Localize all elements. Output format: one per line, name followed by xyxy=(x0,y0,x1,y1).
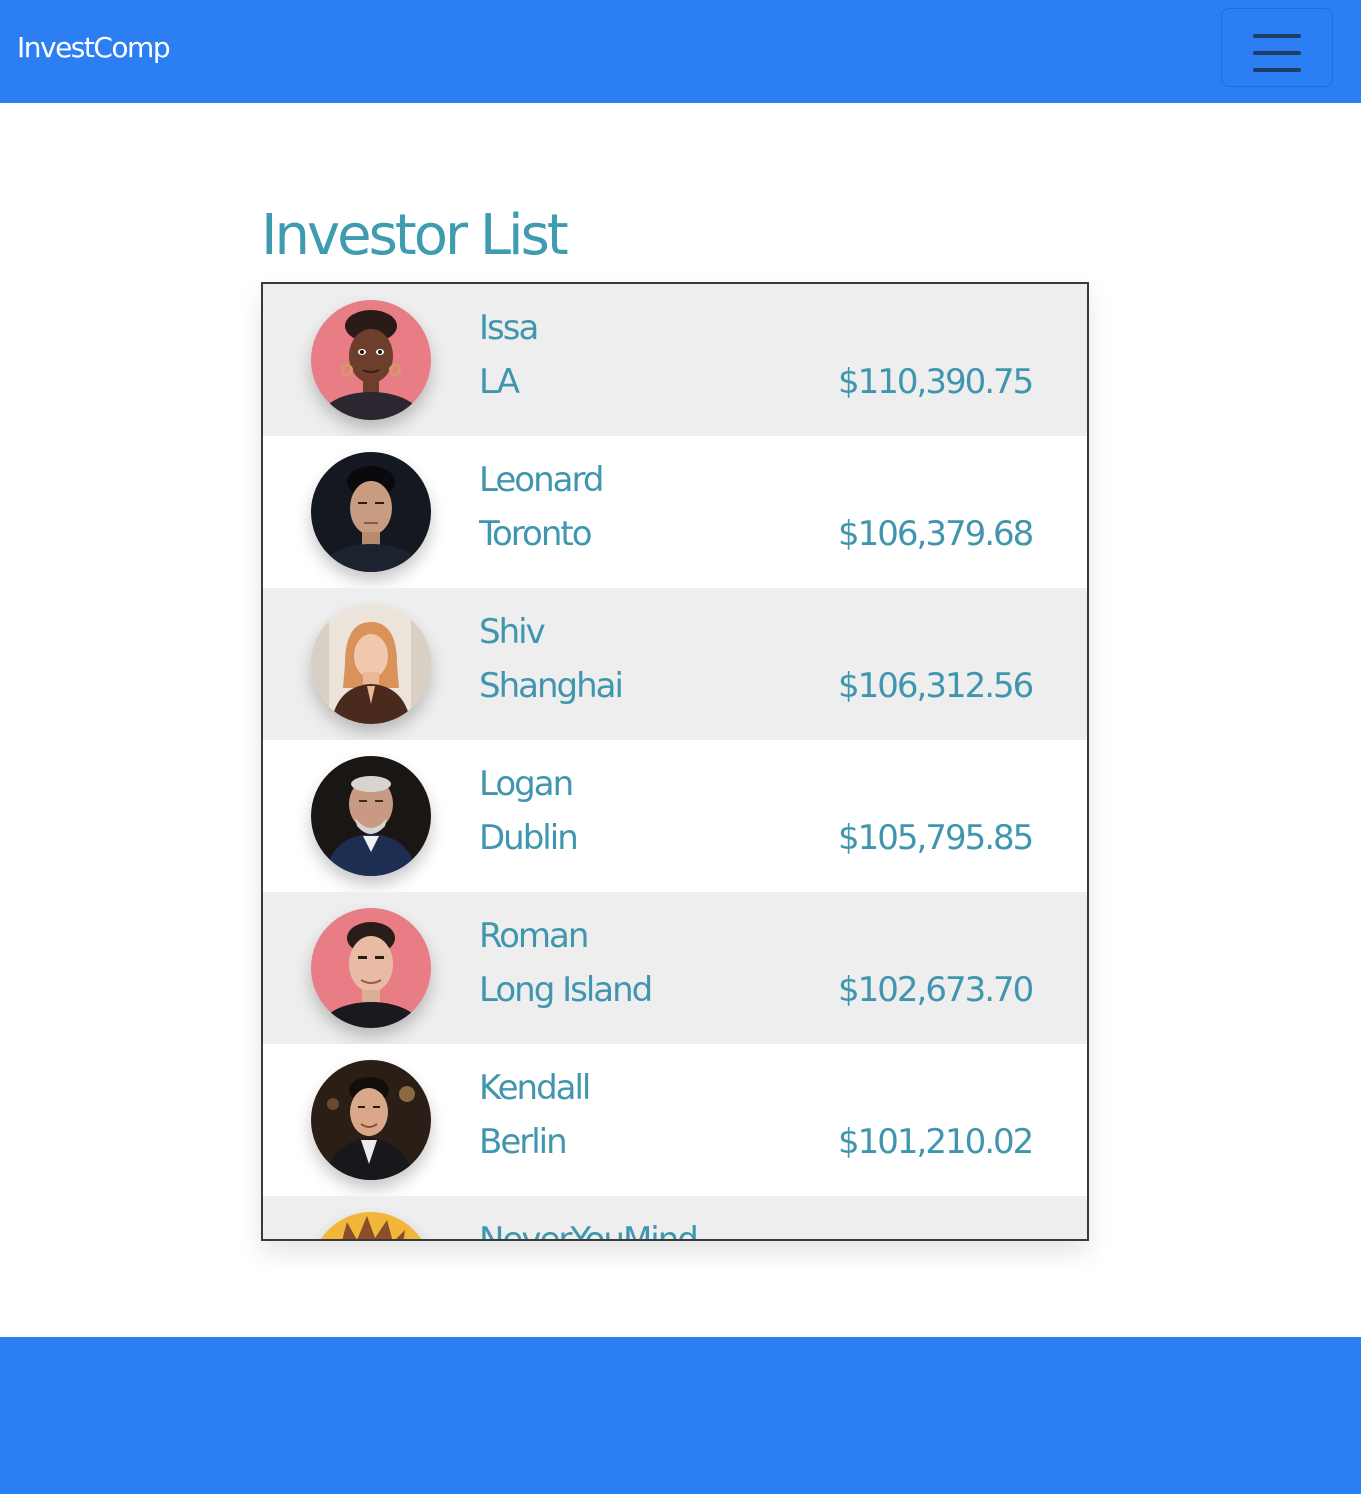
investor-amount: $106,312.56 xyxy=(838,666,1034,706)
investor-name: Roman xyxy=(479,916,589,956)
navbar: InvestComp xyxy=(0,0,1361,103)
investor-row[interactable]: Kendall Berlin $101,210.02 xyxy=(263,1044,1087,1196)
avatar-photo-icon xyxy=(311,756,431,876)
avatar-photo-icon xyxy=(311,908,431,1028)
investor-row[interactable]: Logan Dublin $105,795.85 xyxy=(263,740,1087,892)
brand-logo[interactable]: InvestComp xyxy=(17,28,171,68)
investor-name: Leonard xyxy=(479,460,604,500)
footer xyxy=(0,1337,1361,1494)
investor-name: Logan xyxy=(479,764,574,804)
investor-amount: $102,673.70 xyxy=(838,970,1034,1010)
investor-list[interactable]: Issa LA $110,390.75 Leonard Toronto $106… xyxy=(261,282,1089,1241)
investor-amount: $101,210.02 xyxy=(838,1122,1034,1162)
investor-row[interactable]: Issa LA $110,390.75 xyxy=(263,284,1087,436)
investor-city: Toronto xyxy=(479,514,593,554)
investor-city: Long Island xyxy=(479,970,653,1010)
avatar-photo-icon xyxy=(311,604,431,724)
investor-amount: $110,390.75 xyxy=(838,362,1034,402)
investor-name: Shiv xyxy=(479,612,546,652)
investor-name: Kendall xyxy=(479,1068,591,1108)
investor-name: NeverYouMind xyxy=(479,1220,699,1241)
investor-row[interactable]: Roman Long Island $102,673.70 xyxy=(263,892,1087,1044)
page-title: Investor List xyxy=(261,203,569,268)
avatar-photo-icon xyxy=(311,300,431,420)
investor-city: Berlin xyxy=(479,1122,568,1162)
navbar-toggler-button[interactable] xyxy=(1221,8,1333,87)
investor-city: Shanghai xyxy=(479,666,624,706)
investor-city: LA xyxy=(479,362,520,402)
investor-city: Dublin xyxy=(479,818,579,858)
investor-row[interactable]: NeverYouMind xyxy=(263,1196,1087,1241)
investor-amount: $106,379.68 xyxy=(838,514,1034,554)
investor-name: Issa xyxy=(479,308,539,348)
avatar-photo-icon xyxy=(311,452,431,572)
investor-row[interactable]: Leonard Toronto $106,379.68 xyxy=(263,436,1087,588)
investor-row[interactable]: Shiv Shanghai $106,312.56 xyxy=(263,588,1087,740)
avatar-cartoon-icon xyxy=(311,1212,431,1239)
investor-amount: $105,795.85 xyxy=(838,818,1034,858)
avatar-photo-icon xyxy=(311,1060,431,1180)
